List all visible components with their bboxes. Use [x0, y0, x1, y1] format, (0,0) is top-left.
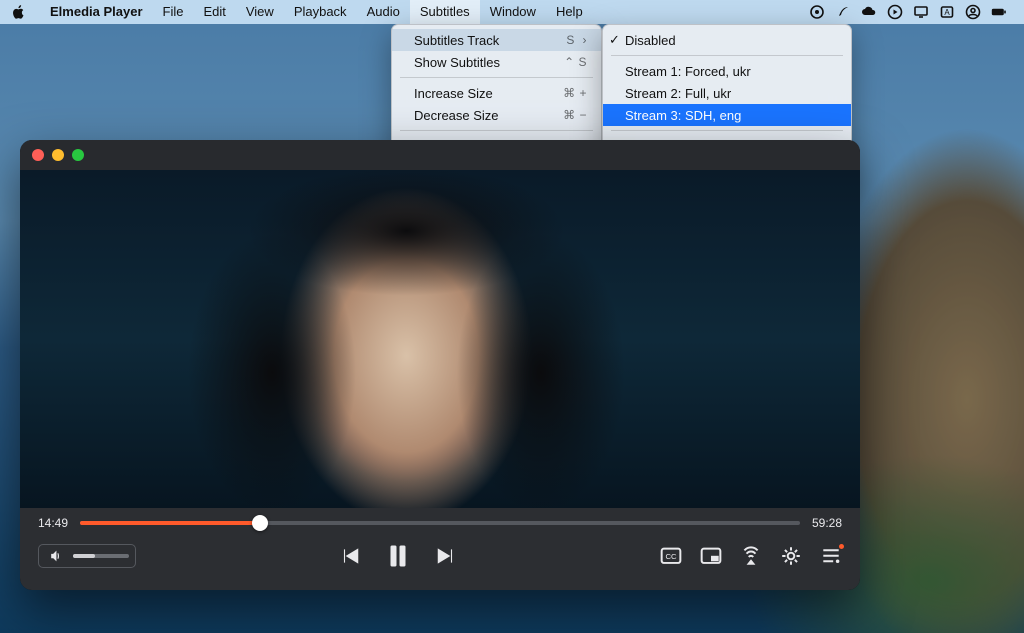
menu-item-label: Subtitles Track	[414, 33, 499, 48]
playlist-button[interactable]	[820, 545, 842, 567]
window-zoom-button[interactable]	[72, 149, 84, 161]
menu-item-shortcut: ⌘ +	[539, 86, 587, 100]
timeline: 14:49 59:28	[38, 516, 842, 530]
status-icon-display[interactable]	[908, 0, 934, 24]
seek-bar[interactable]	[80, 521, 800, 525]
window-close-button[interactable]	[32, 149, 44, 161]
volume-icon	[45, 545, 67, 567]
menubar-item-view[interactable]: View	[236, 0, 284, 24]
apple-menu-icon[interactable]	[12, 5, 26, 19]
menu-item-label: Disabled	[625, 33, 676, 48]
time-total: 59:28	[812, 516, 842, 530]
status-icon-feather[interactable]	[830, 0, 856, 24]
previous-button[interactable]	[339, 545, 361, 567]
menu-item-label: Increase Size	[414, 86, 493, 101]
captions-button[interactable]: CC	[660, 545, 682, 567]
menu-item-shortcut: ⌘ −	[539, 108, 587, 122]
menubar-app-name[interactable]: Elmedia Player	[40, 0, 153, 24]
menu-separator	[611, 55, 843, 56]
pip-button[interactable]	[700, 545, 722, 567]
status-icon-play[interactable]	[882, 0, 908, 24]
track-option-stream3[interactable]: Stream 3: SDH, eng	[603, 104, 851, 126]
menu-item-subtitles-track[interactable]: Subtitles Track S ›	[392, 29, 601, 51]
macos-menubar: Elmedia Player File Edit View Playback A…	[0, 0, 1024, 24]
seek-bar-knob[interactable]	[252, 515, 268, 531]
menu-item-show-subtitles[interactable]: Show Subtitles ⌃ S	[392, 51, 601, 73]
menu-item-decrease-size[interactable]: Decrease Size ⌘ −	[392, 104, 601, 126]
menu-separator	[400, 130, 593, 131]
seek-bar-progress	[80, 521, 260, 525]
status-icon-battery[interactable]	[986, 0, 1012, 24]
window-titlebar[interactable]	[20, 140, 860, 170]
menu-item-label: Stream 3: SDH, eng	[625, 108, 741, 123]
svg-text:CC: CC	[665, 552, 677, 561]
track-option-disabled[interactable]: Disabled	[603, 29, 851, 51]
svg-text:A: A	[944, 8, 950, 17]
menu-item-label: Show Subtitles	[414, 55, 500, 70]
menu-separator	[611, 130, 843, 131]
menu-separator	[400, 77, 593, 78]
volume-control[interactable]	[38, 544, 136, 568]
menubar-item-subtitles[interactable]: Subtitles	[410, 0, 480, 24]
volume-bar-fill	[73, 554, 95, 558]
settings-button[interactable]	[780, 545, 802, 567]
menu-item-shortcut: S ›	[542, 33, 587, 47]
status-icon-user[interactable]	[960, 0, 986, 24]
menu-item-label: Decrease Size	[414, 108, 499, 123]
pause-button[interactable]	[387, 545, 409, 567]
airplay-button[interactable]	[740, 545, 762, 567]
menubar-item-window[interactable]: Window	[480, 0, 546, 24]
menubar-item-help[interactable]: Help	[546, 0, 593, 24]
menu-item-label: Stream 1: Forced, ukr	[625, 64, 751, 79]
track-option-stream2[interactable]: Stream 2: Full, ukr	[603, 82, 851, 104]
status-icon-input[interactable]: A	[934, 0, 960, 24]
video-viewport[interactable]	[20, 170, 860, 508]
volume-bar[interactable]	[73, 554, 129, 558]
menubar-item-playback[interactable]: Playback	[284, 0, 357, 24]
menubar-item-file[interactable]: File	[153, 0, 194, 24]
menubar-item-audio[interactable]: Audio	[357, 0, 410, 24]
track-option-stream1[interactable]: Stream 1: Forced, ukr	[603, 60, 851, 82]
menu-item-shortcut: ⌃ S	[540, 55, 587, 69]
status-icon-cloud[interactable]	[856, 0, 882, 24]
window-minimize-button[interactable]	[52, 149, 64, 161]
player-window: 14:49 59:28	[20, 140, 860, 590]
status-icon-1[interactable]	[804, 0, 830, 24]
playlist-badge-dot	[839, 544, 844, 549]
next-button[interactable]	[435, 545, 457, 567]
menubar-item-edit[interactable]: Edit	[193, 0, 235, 24]
time-current: 14:49	[38, 516, 68, 530]
menu-item-label: Stream 2: Full, ukr	[625, 86, 731, 101]
player-controls: 14:49 59:28	[20, 508, 860, 590]
menu-item-increase-size[interactable]: Increase Size ⌘ +	[392, 82, 601, 104]
